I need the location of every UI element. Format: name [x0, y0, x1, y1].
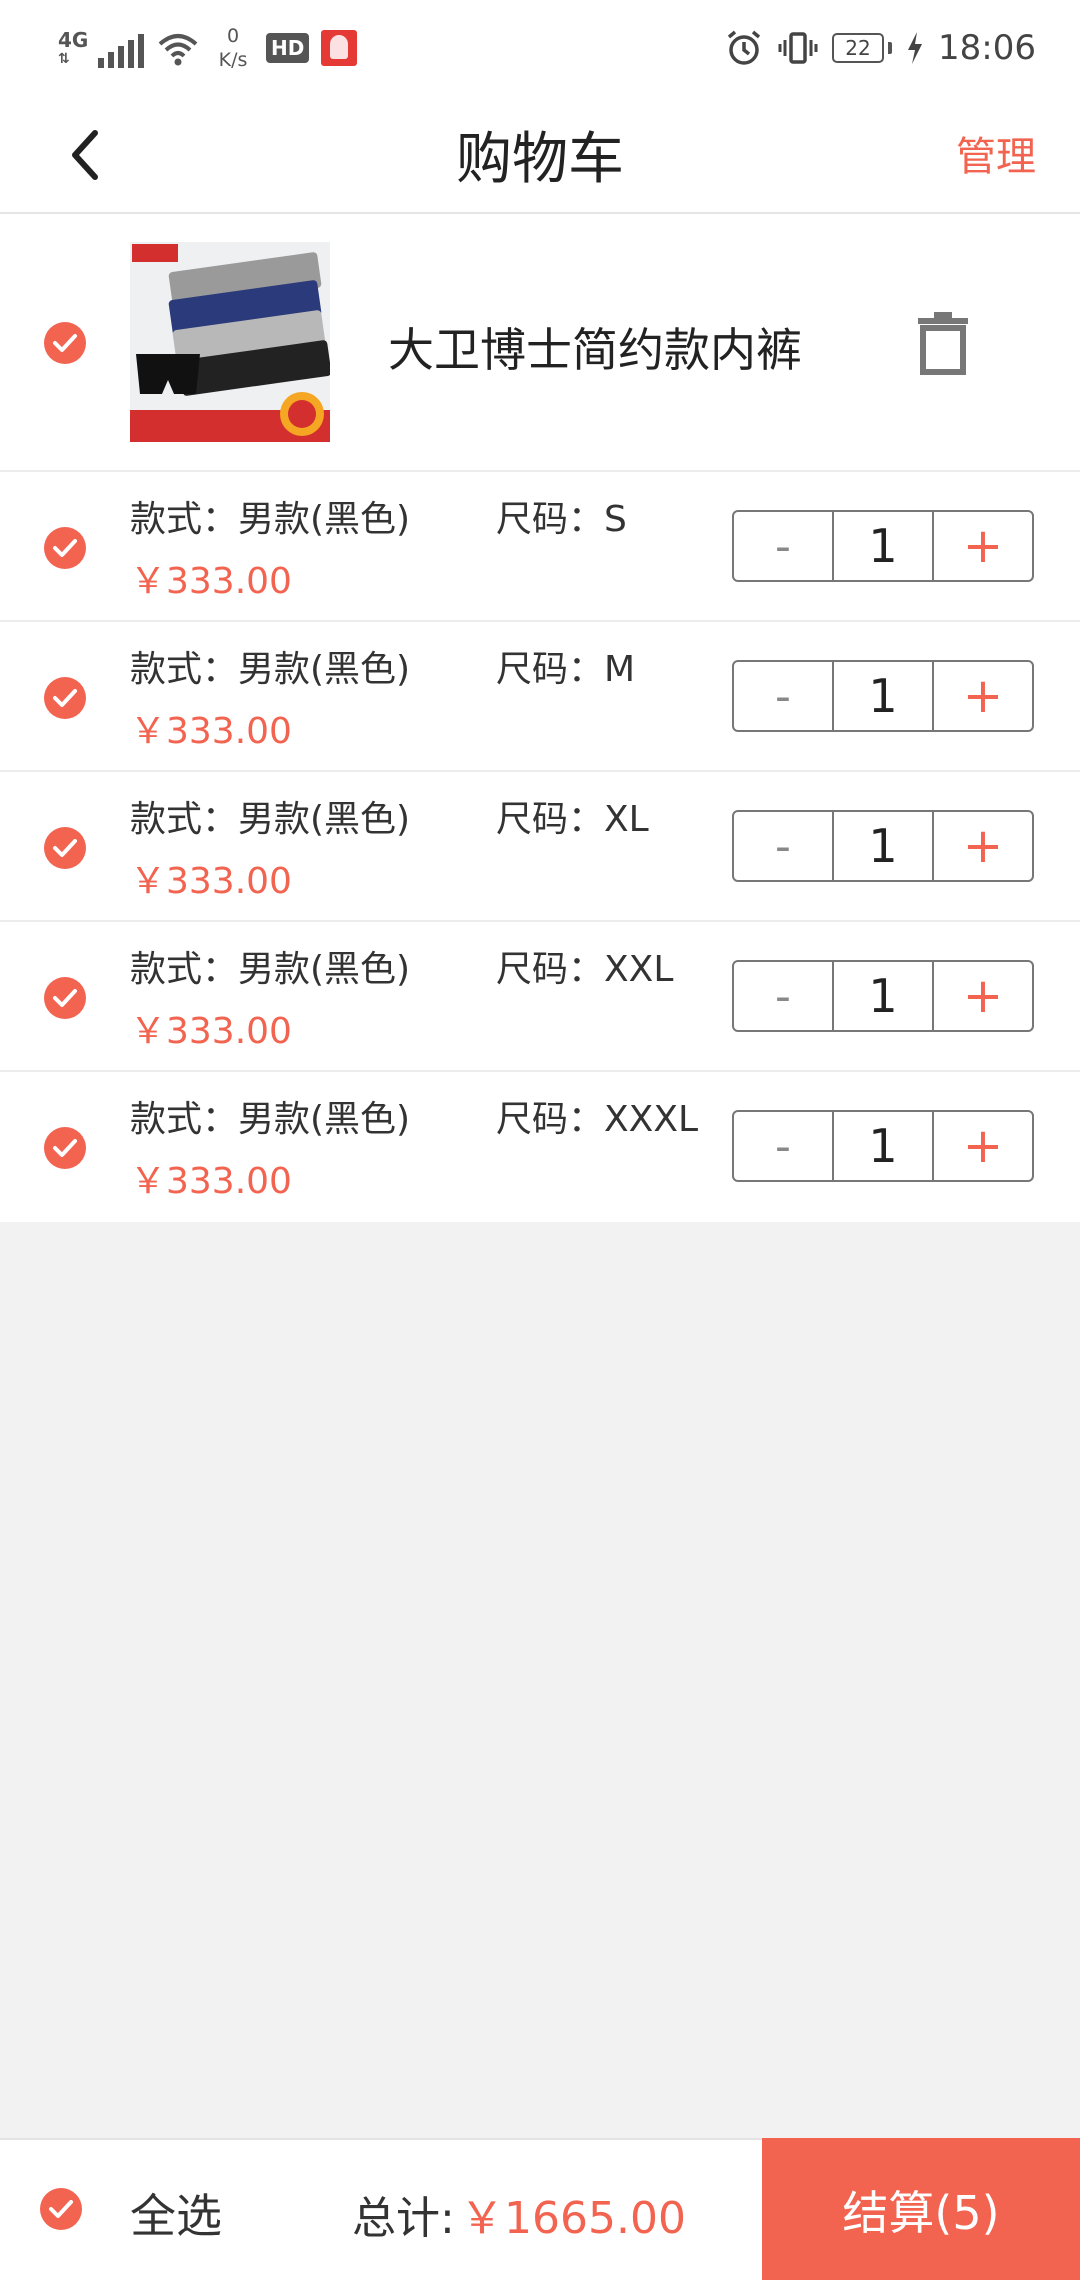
checkout-bar: 全选 总计: ￥1665.00 结算(5) — [0, 2138, 1080, 2280]
variant-style: 款式：男款(黑色) — [130, 649, 411, 690]
decrease-button[interactable]: - — [734, 812, 834, 880]
variant-row: 款式：男款(黑色) 尺码：XL ￥333.00 - 1 + — [0, 772, 1080, 922]
check-icon — [49, 2200, 73, 2218]
variant-size: 尺码：XXL — [496, 949, 674, 990]
decrease-button[interactable]: - — [734, 1112, 834, 1180]
increase-button[interactable]: + — [934, 962, 1032, 1030]
quantity-stepper: - 1 + — [732, 660, 1034, 732]
check-icon — [53, 689, 77, 707]
alarm-icon — [727, 30, 761, 65]
quantity-stepper: - 1 + — [732, 1110, 1034, 1182]
quantity-value[interactable]: 1 — [834, 512, 934, 580]
variant-size: 尺码：XL — [496, 799, 649, 840]
net-speed-unit: K/s — [218, 49, 248, 71]
quantity-value[interactable]: 1 — [834, 812, 934, 880]
manage-button[interactable]: 管理 — [956, 124, 1036, 182]
battery-icon: 22 — [832, 33, 893, 63]
total-value: ￥1665.00 — [460, 2193, 686, 2244]
status-bar: 4G ⇅ 0 K/s HD 22 18:06 — [0, 0, 1080, 92]
decrease-button[interactable]: - — [734, 512, 834, 580]
trash-icon[interactable] — [910, 310, 976, 376]
variant-row: 款式：男款(黑色) 尺码：XXXL ￥333.00 - 1 + — [0, 1072, 1080, 1222]
variant-price: ￥333.00 — [130, 561, 292, 602]
product-thumbnail-graphic — [130, 242, 330, 442]
data-arrows-icon: ⇅ — [58, 51, 70, 67]
variant-price: ￥333.00 — [130, 1161, 292, 1202]
variant-size: 尺码：S — [496, 499, 627, 540]
variant-row: 款式：男款(黑色) 尺码：XXL ￥333.00 - 1 + — [0, 922, 1080, 1072]
variant-checkbox[interactable] — [44, 827, 86, 869]
select-all-checkbox[interactable] — [40, 2188, 82, 2230]
status-right: 22 18:06 — [724, 20, 1036, 76]
page-title: 购物车 — [456, 127, 624, 192]
variant-checkbox[interactable] — [44, 977, 86, 1019]
variant-checkbox[interactable] — [44, 1127, 86, 1169]
net-speed-value: 0 — [226, 25, 240, 47]
signal-icon — [98, 28, 144, 68]
decrease-button[interactable]: - — [734, 662, 834, 730]
hd-icon: HD — [266, 33, 310, 63]
variant-checkbox[interactable] — [44, 677, 86, 719]
quantity-stepper: - 1 + — [732, 810, 1034, 882]
app-notification-icon — [321, 30, 358, 66]
network-type-label: 4G — [58, 28, 89, 52]
variant-size: 尺码：M — [496, 649, 636, 690]
product-checkbox[interactable] — [44, 322, 86, 364]
increase-button[interactable]: + — [934, 662, 1032, 730]
check-icon — [53, 839, 77, 857]
quantity-value[interactable]: 1 — [834, 662, 934, 730]
quantity-value[interactable]: 1 — [834, 1112, 934, 1180]
charging-icon — [908, 32, 923, 64]
increase-button[interactable]: + — [934, 512, 1032, 580]
check-icon — [53, 539, 77, 557]
decrease-button[interactable]: - — [734, 962, 834, 1030]
nav-bar: 购物车 管理 — [0, 92, 1080, 214]
variant-style: 款式：男款(黑色) — [130, 499, 411, 540]
variant-row: 款式：男款(黑色) 尺码：S ￥333.00 - 1 + — [0, 472, 1080, 622]
variant-price: ￥333.00 — [130, 861, 292, 902]
variant-price: ￥333.00 — [130, 1011, 292, 1052]
quantity-value[interactable]: 1 — [834, 962, 934, 1030]
product-image[interactable] — [130, 242, 330, 442]
variant-row: 款式：男款(黑色) 尺码：M ￥333.00 - 1 + — [0, 622, 1080, 772]
check-icon — [53, 1139, 77, 1157]
increase-button[interactable]: + — [934, 812, 1032, 880]
check-icon — [53, 334, 77, 352]
battery-level: 22 — [832, 33, 885, 63]
variant-price: ￥333.00 — [130, 711, 292, 752]
network-type: 4G ⇅ — [58, 28, 89, 68]
variant-style: 款式：男款(黑色) — [130, 799, 411, 840]
variant-style: 款式：男款(黑色) — [130, 1099, 411, 1140]
variant-size: 尺码：XXXL — [496, 1099, 699, 1140]
quantity-stepper: - 1 + — [732, 510, 1034, 582]
vibrate-icon — [778, 32, 818, 64]
check-icon — [53, 989, 77, 1007]
select-all-label[interactable]: 全选 — [130, 2180, 222, 2246]
variant-checkbox[interactable] — [44, 527, 86, 569]
variant-list: 款式：男款(黑色) 尺码：S ￥333.00 - 1 + 款式：男款(黑色) 尺… — [0, 472, 1080, 1222]
net-speed: 0 K/s — [212, 24, 254, 72]
increase-button[interactable]: + — [934, 1112, 1032, 1180]
product-card: 大卫博士简约款内裤 — [0, 214, 1080, 472]
checkout-button[interactable]: 结算(5) — [762, 2138, 1080, 2280]
wifi-icon — [158, 34, 198, 66]
status-left: 4G ⇅ 0 K/s HD — [58, 20, 358, 76]
variant-style: 款式：男款(黑色) — [130, 949, 411, 990]
quantity-stepper: - 1 + — [732, 960, 1034, 1032]
total-label: 总计: — [352, 2193, 455, 2244]
product-name: 大卫博士简约款内裤 — [388, 323, 802, 377]
clock: 18:06 — [938, 28, 1036, 68]
